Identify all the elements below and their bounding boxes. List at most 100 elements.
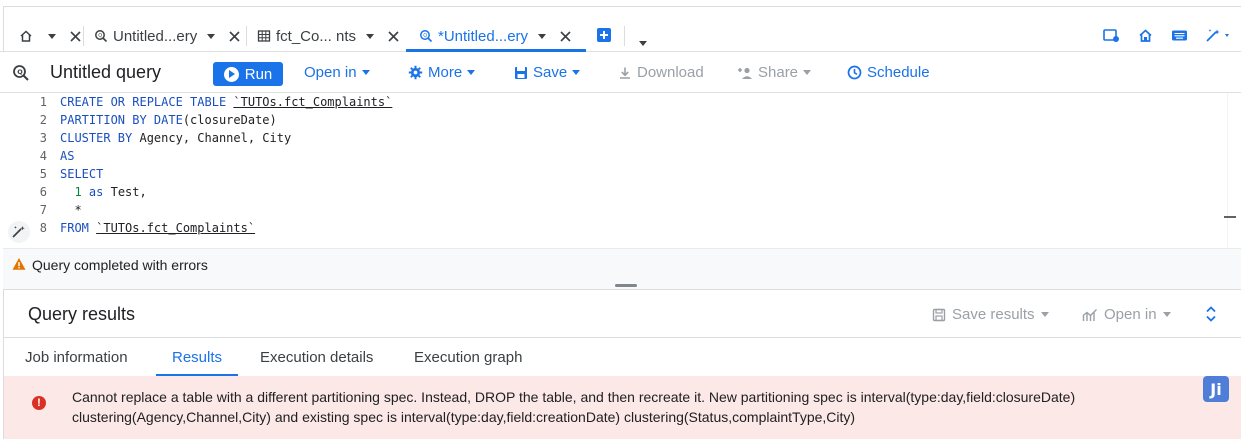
error-icon: !: [32, 396, 46, 410]
download-icon: [620, 67, 630, 79]
line-number: 2: [39, 113, 47, 127]
svg-text:Q: Q: [423, 33, 427, 39]
query-status-bar: Query completed with errors: [3, 248, 1241, 290]
run-button[interactable]: Run: [213, 62, 283, 86]
results-title: Query results: [28, 304, 136, 324]
line-number: 6: [39, 185, 47, 199]
sql-keyword: AS: [60, 149, 75, 163]
error-message-text: Cannot replace a table with a different …: [72, 389, 1076, 425]
chevron-down-icon[interactable]: [46, 33, 58, 39]
chevron-down-icon: [572, 70, 581, 75]
run-label: Run: [244, 65, 273, 83]
chevron-down-icon: [1162, 312, 1171, 317]
editor-scrollbar[interactable]: [1227, 93, 1241, 248]
tab-divider: [83, 26, 84, 46]
chart-icon: [1082, 308, 1097, 321]
line-number: 5: [39, 167, 47, 181]
save-results-menu[interactable]: Save results: [932, 306, 1049, 323]
sql-table-ref: `TUTOs.fct_Complaints`: [96, 221, 256, 235]
svg-text:Q: Q: [17, 68, 23, 76]
save-label: Save: [533, 64, 568, 81]
more-label: More: [428, 64, 463, 81]
status-message: Query completed with errors: [32, 257, 208, 273]
home-icon: [18, 28, 34, 44]
tab-overflow-chevron-icon[interactable]: [639, 33, 647, 49]
tab-job-information[interactable]: Job information: [25, 349, 128, 366]
sql-keyword: CLUSTER BY: [60, 131, 140, 145]
chevron-down-icon: [361, 70, 370, 75]
query-title[interactable]: Untitled query: [50, 62, 161, 83]
warning-icon: [12, 258, 26, 270]
download-label: Download: [637, 64, 704, 81]
ji-extension-badge[interactable]: Ji: [1203, 376, 1229, 402]
ai-assist-icon[interactable]: [1205, 27, 1233, 44]
line-number: 1: [39, 95, 47, 109]
save-results-label: Save results: [952, 306, 1035, 323]
chevron-down-icon: [467, 70, 476, 75]
close-icon[interactable]: [68, 29, 82, 43]
connection-icon[interactable]: [1103, 27, 1120, 44]
expand-icon[interactable]: [1203, 305, 1219, 323]
sql-keyword: PARTITION BY DATE: [60, 113, 183, 127]
results-header: Query results Save results Open in: [3, 290, 1241, 338]
tab-divider: [624, 26, 625, 46]
schedule-button[interactable]: Schedule: [847, 64, 930, 81]
results-tabs: Job information Results Execution detail…: [3, 338, 1241, 377]
header-actions: [1103, 27, 1233, 44]
chevron-down-icon[interactable]: [364, 33, 376, 39]
sql-number: 1: [74, 185, 82, 199]
new-tab-button[interactable]: [597, 28, 611, 42]
query-icon: Q: [13, 65, 29, 81]
clock-icon: [847, 65, 862, 80]
share-label: Share: [758, 64, 799, 81]
tab-divider: [246, 26, 247, 46]
ai-assist-icon[interactable]: [8, 221, 30, 243]
play-icon: [223, 66, 239, 82]
chevron-down-icon[interactable]: [205, 33, 217, 39]
line-number: 8: [39, 221, 47, 235]
sql-keyword: FROM: [60, 221, 97, 235]
resize-handle[interactable]: [615, 284, 637, 287]
gear-icon: [408, 65, 423, 80]
keyboard-icon[interactable]: [1171, 27, 1188, 44]
chevron-down-icon[interactable]: [536, 33, 548, 39]
home-icon[interactable]: [1137, 27, 1154, 44]
sql-keyword: CREATE OR REPLACE TABLE: [60, 95, 234, 109]
open-in-menu[interactable]: Open in: [304, 64, 370, 81]
sql-editor[interactable]: 1 CREATE OR REPLACE TABLE `TUTOs.fct_Com…: [3, 93, 1241, 248]
results-open-in-menu[interactable]: Open in: [1082, 306, 1171, 323]
sql-text: *: [74, 203, 82, 217]
query-icon: Q: [93, 28, 109, 44]
tab-label: fct_Co... nts: [276, 27, 357, 45]
query-toolbar: Q Untitled query Run Open in More Save D…: [0, 53, 1241, 93]
tab-home[interactable]: [18, 20, 82, 52]
tab-fct-complaints[interactable]: fct_Co... nts: [256, 20, 400, 52]
results-open-in-label: Open in: [1104, 306, 1157, 323]
tab-execution-details[interactable]: Execution details: [260, 349, 373, 366]
tab-strip: Q Untitled...ery fct_Co... nts Q *Untitl…: [0, 0, 1241, 52]
download-button[interactable]: Download: [618, 64, 704, 81]
sql-text: Agency, Channel, City: [139, 131, 292, 145]
close-icon[interactable]: [386, 29, 400, 43]
tab-untitled-query[interactable]: Q Untitled...ery: [93, 20, 241, 52]
tab-label: Untitled...ery: [113, 27, 198, 45]
svg-text:Q: Q: [98, 33, 102, 39]
tab-results[interactable]: Results: [156, 349, 239, 377]
line-number: 3: [39, 131, 47, 145]
sql-text: (closureDate): [182, 113, 277, 127]
open-in-label: Open in: [304, 64, 357, 81]
sql-table-ref: `TUTOs.fct_Complaints`: [233, 95, 393, 109]
more-menu[interactable]: More: [408, 64, 476, 81]
save-icon: [932, 308, 946, 321]
close-icon[interactable]: [558, 29, 572, 43]
sql-keyword: as: [81, 185, 111, 199]
add-person-icon: [738, 67, 752, 79]
close-icon[interactable]: [227, 29, 241, 43]
share-menu[interactable]: Share: [737, 64, 812, 81]
minimap-marker: [1224, 216, 1236, 218]
tab-untitled-query-active[interactable]: Q *Untitled...ery: [405, 20, 587, 52]
tab-execution-graph[interactable]: Execution graph: [414, 349, 522, 366]
save-menu[interactable]: Save: [514, 64, 581, 81]
tab-label: *Untitled...ery: [438, 27, 529, 45]
schedule-label: Schedule: [867, 64, 930, 81]
